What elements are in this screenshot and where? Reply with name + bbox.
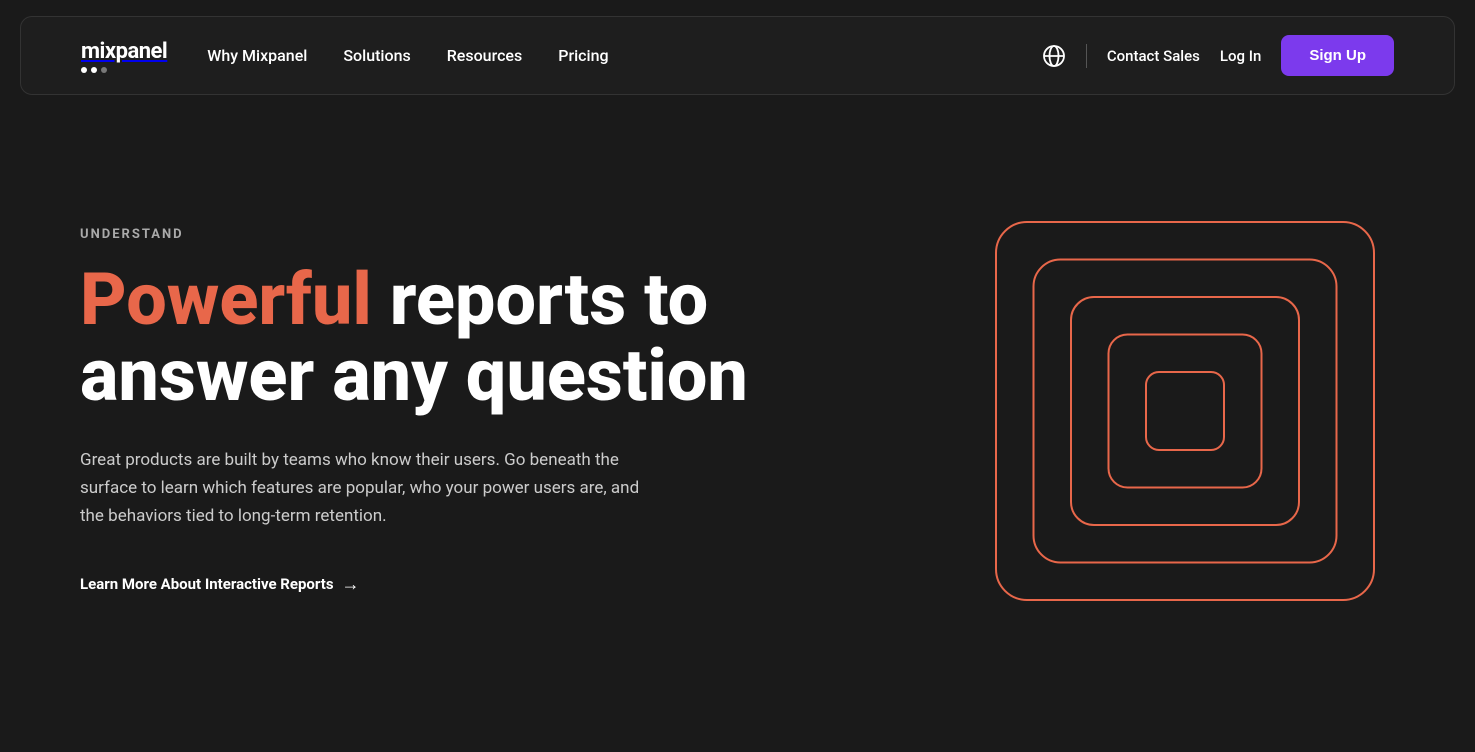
nav-divider bbox=[1086, 44, 1087, 68]
hero-cta-link[interactable]: Learn More About Interactive Reports → bbox=[80, 574, 360, 595]
nav-link-pricing[interactable]: Pricing bbox=[558, 46, 608, 65]
navbar: mixpanel Why Mixpanel Solutions Resource… bbox=[20, 16, 1455, 95]
hero-heading: Powerful reports to answer any question bbox=[80, 262, 780, 413]
logo-text: mixpanel bbox=[81, 39, 167, 64]
nav-link-why-mixpanel[interactable]: Why Mixpanel bbox=[207, 46, 307, 65]
nav-link-solutions[interactable]: Solutions bbox=[343, 46, 410, 65]
hero-eyebrow: UNDERSTAND bbox=[80, 227, 780, 242]
log-in-link[interactable]: Log In bbox=[1220, 47, 1261, 65]
nav-link-resources[interactable]: Resources bbox=[447, 46, 523, 65]
hero-graphic bbox=[975, 201, 1395, 621]
hero-cta-text: Learn More About Interactive Reports bbox=[80, 575, 334, 593]
nav-links: Why Mixpanel Solutions Resources Pricing bbox=[207, 46, 608, 65]
sign-up-button[interactable]: Sign Up bbox=[1281, 35, 1394, 76]
globe-icon[interactable] bbox=[1042, 44, 1066, 68]
logo[interactable]: mixpanel bbox=[81, 39, 167, 73]
concentric-squares bbox=[995, 221, 1375, 601]
hero-content: UNDERSTAND Powerful reports to answer an… bbox=[80, 227, 780, 594]
logo-dot-2 bbox=[91, 67, 97, 73]
nav-left: mixpanel Why Mixpanel Solutions Resource… bbox=[81, 39, 609, 73]
logo-dot-1 bbox=[81, 67, 87, 73]
hero-description: Great products are built by teams who kn… bbox=[80, 446, 640, 530]
square-5 bbox=[1145, 371, 1225, 451]
hero-heading-highlight: Powerful bbox=[80, 257, 372, 342]
nav-right: Contact Sales Log In Sign Up bbox=[1042, 35, 1394, 76]
hero-section: UNDERSTAND Powerful reports to answer an… bbox=[0, 111, 1475, 691]
contact-sales-link[interactable]: Contact Sales bbox=[1107, 47, 1200, 65]
hero-cta-arrow: → bbox=[342, 574, 360, 595]
logo-dots bbox=[81, 67, 107, 73]
logo-dot-3 bbox=[101, 67, 107, 73]
